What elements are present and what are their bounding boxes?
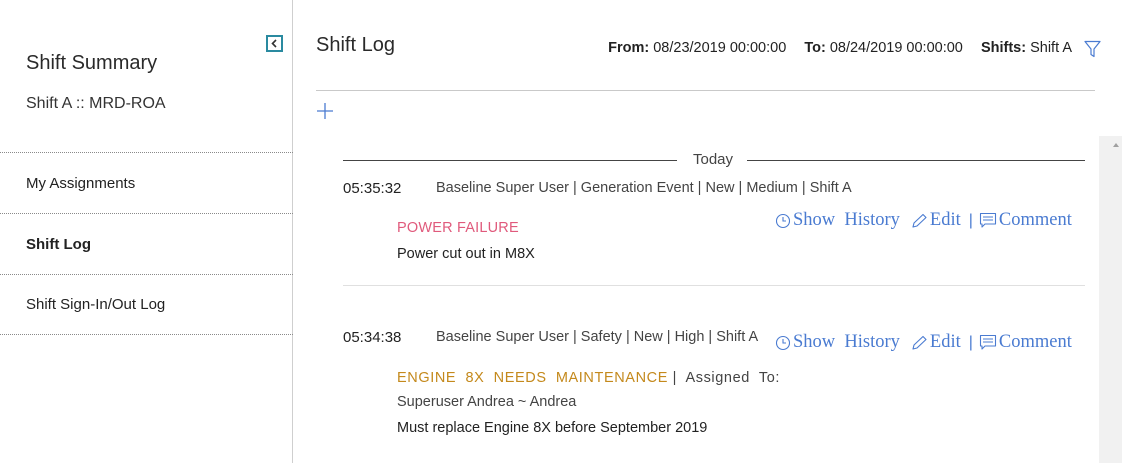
shifts-label: Shifts: (980, 40, 1027, 56)
page-title: Shift Log (316, 34, 395, 56)
entry-description: Must replace Engine 8X before September … (397, 420, 708, 436)
filter-summary: From: 08/23/2019 00:00:00 To: 08/24/2019… (608, 40, 1072, 56)
show-history-button[interactable]: Show History (775, 210, 900, 231)
entry-meta: Baseline Super User | Safety | New | Hig… (436, 329, 759, 345)
sidebar-item-label: My Assignments (26, 174, 136, 192)
entry-divider (343, 285, 1085, 286)
clock-icon (775, 213, 791, 228)
entry-assignee: Superuser Andrea ~ Andrea (397, 394, 577, 410)
sidebar-item-my-assignments[interactable]: My Assignments (0, 152, 293, 213)
day-label: Today (692, 151, 734, 168)
show-history-label: Show History (793, 332, 900, 352)
comment-label: Comment (998, 332, 1072, 352)
edit-button[interactable]: Edit (910, 332, 961, 353)
scrollbar-track[interactable] (1099, 136, 1122, 463)
sidebar-subtitle: Shift A :: MRD-ROA (26, 95, 166, 112)
sidebar-item-shift-log[interactable]: Shift Log (0, 213, 293, 274)
edit-label: Edit (929, 210, 961, 230)
entry-title: POWER FAILURE (397, 220, 519, 236)
entry-time: 05:35:32 (343, 180, 402, 197)
action-separator: | (968, 333, 973, 351)
show-history-button[interactable]: Show History (775, 332, 900, 353)
filter-icon[interactable] (1084, 40, 1101, 58)
action-separator: | (968, 211, 973, 229)
header-divider (316, 90, 1095, 91)
comment-button[interactable]: Comment (979, 210, 1072, 231)
clock-icon (775, 335, 791, 350)
from-value: 08/23/2019 00:00:00 (653, 40, 787, 56)
entry-time: 05:34:38 (343, 329, 402, 346)
shifts-value: Shift A (1030, 40, 1072, 56)
collapse-sidebar-button[interactable] (266, 35, 283, 52)
entry-title-line: ENGINE 8X NEEDS MAINTENANCE | Assigned T… (397, 370, 780, 386)
show-history-label: Show History (793, 210, 900, 230)
chevron-left-icon (271, 39, 277, 48)
entry-title: ENGINE 8X NEEDS MAINTENANCE (397, 370, 668, 386)
plus-icon[interactable] (316, 102, 334, 120)
edit-button[interactable]: Edit (910, 210, 961, 231)
entry-actions: Show History Edit | Comment (775, 210, 1072, 231)
entry-meta: Baseline Super User | Generation Event |… (436, 180, 852, 196)
assigned-to-label: | Assigned To: (672, 370, 781, 386)
from-label: From: (608, 40, 650, 56)
sidebar-item-label: Shift Sign-In/Out Log (26, 296, 166, 313)
sidebar-item-shift-sign-in-out-log[interactable]: Shift Sign-In/Out Log (0, 274, 293, 335)
to-label: To: (804, 40, 826, 56)
day-divider: Today (343, 151, 1085, 171)
pencil-icon (912, 213, 927, 228)
sidebar: Shift Summary Shift A :: MRD-ROA My Assi… (0, 0, 293, 463)
sidebar-title: Shift Summary (26, 52, 158, 74)
comment-button[interactable]: Comment (979, 332, 1072, 353)
scroll-up-arrow-icon[interactable] (1113, 143, 1119, 147)
comment-label: Comment (998, 210, 1072, 230)
pencil-icon (912, 335, 927, 350)
entry-description: Power cut out in M8X (397, 246, 535, 262)
sidebar-nav: My Assignments Shift Log Shift Sign-In/O… (0, 152, 293, 335)
sidebar-item-label: Shift Log (26, 235, 91, 253)
edit-label: Edit (929, 332, 961, 352)
comment-icon (979, 212, 996, 228)
to-value: 08/24/2019 00:00:00 (829, 40, 963, 56)
entry-actions: Show History Edit | Comment (775, 332, 1072, 353)
comment-icon (979, 334, 996, 350)
